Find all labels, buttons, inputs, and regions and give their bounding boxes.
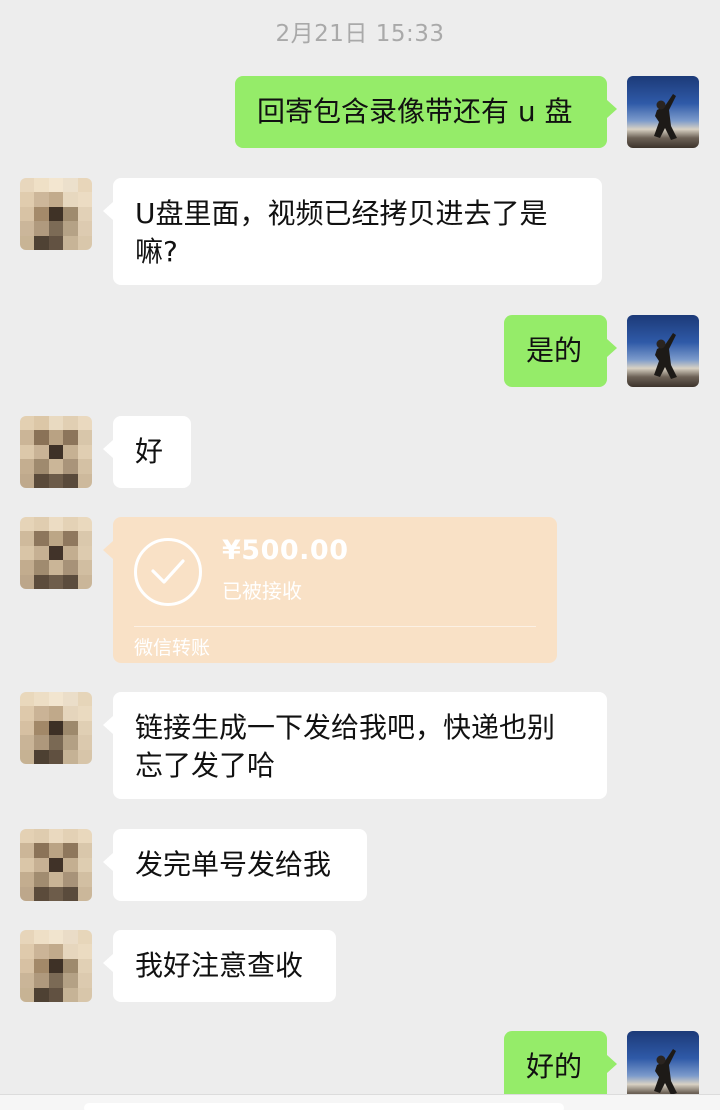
- message-input[interactable]: [84, 1103, 564, 1110]
- message-bubble-incoming[interactable]: 发完单号发给我: [103, 829, 367, 901]
- self-avatar[interactable]: [627, 1031, 699, 1103]
- message-bubble-incoming[interactable]: 链接生成一下发给我吧，快递也别 忘了发了哈: [103, 692, 607, 799]
- message-text: 是的: [526, 334, 583, 367]
- transfer-amount: ¥500.00: [222, 535, 349, 566]
- contact-avatar[interactable]: [20, 930, 92, 1002]
- message-text-line: 链接生成一下发给我吧，快递也别: [135, 711, 556, 744]
- message-bubble-incoming[interactable]: 我好注意查收: [103, 930, 336, 1002]
- checkmark-icon: [134, 538, 202, 606]
- message-text: 好的: [526, 1050, 583, 1083]
- contact-avatar[interactable]: [20, 517, 92, 589]
- message-text: 发完单号发给我: [135, 848, 332, 881]
- person-silhouette-icon: [654, 1049, 677, 1095]
- contact-avatar[interactable]: [20, 178, 92, 250]
- contact-avatar[interactable]: [20, 692, 92, 764]
- pixelated-avatar-icon: [20, 930, 92, 1002]
- self-avatar[interactable]: [627, 315, 699, 387]
- message-text-line: 嘛?: [135, 235, 178, 268]
- person-silhouette-icon: [654, 94, 677, 140]
- transfer-status: 已被接收: [222, 579, 302, 603]
- transfer-label: 微信转账: [134, 637, 211, 659]
- chat-timestamp: 2月21日 15:33: [275, 21, 445, 47]
- person-silhouette-icon: [654, 333, 677, 379]
- message-bubble-outgoing[interactable]: 好的: [504, 1031, 617, 1103]
- contact-avatar[interactable]: [20, 829, 92, 901]
- input-bar: [0, 1094, 720, 1110]
- pixelated-avatar-icon: [20, 416, 92, 488]
- transfer-card[interactable]: ¥500.00 已被接收 微信转账: [103, 517, 557, 663]
- message-text-line: U盘里面，视频已经拷贝进去了是: [135, 197, 548, 230]
- message-text-line: 忘了发了哈: [135, 749, 276, 782]
- message-bubble-incoming[interactable]: U盘里面，视频已经拷贝进去了是 嘛?: [103, 178, 602, 285]
- message-text: 好: [135, 435, 164, 468]
- self-avatar[interactable]: [627, 76, 699, 148]
- message-text: 我好注意查收: [135, 949, 304, 982]
- message-text: 回寄包含录像带还有 u 盘: [257, 95, 573, 128]
- contact-avatar[interactable]: [20, 416, 92, 488]
- pixelated-avatar-icon: [20, 829, 92, 901]
- pixelated-avatar-icon: [20, 517, 92, 589]
- pixelated-avatar-icon: [20, 692, 92, 764]
- transfer-divider: [134, 626, 536, 627]
- message-bubble-outgoing[interactable]: 回寄包含录像带还有 u 盘: [235, 76, 617, 148]
- message-bubble-outgoing[interactable]: 是的: [504, 315, 617, 387]
- message-bubble-incoming[interactable]: 好: [103, 416, 191, 488]
- pixelated-avatar-icon: [20, 178, 92, 250]
